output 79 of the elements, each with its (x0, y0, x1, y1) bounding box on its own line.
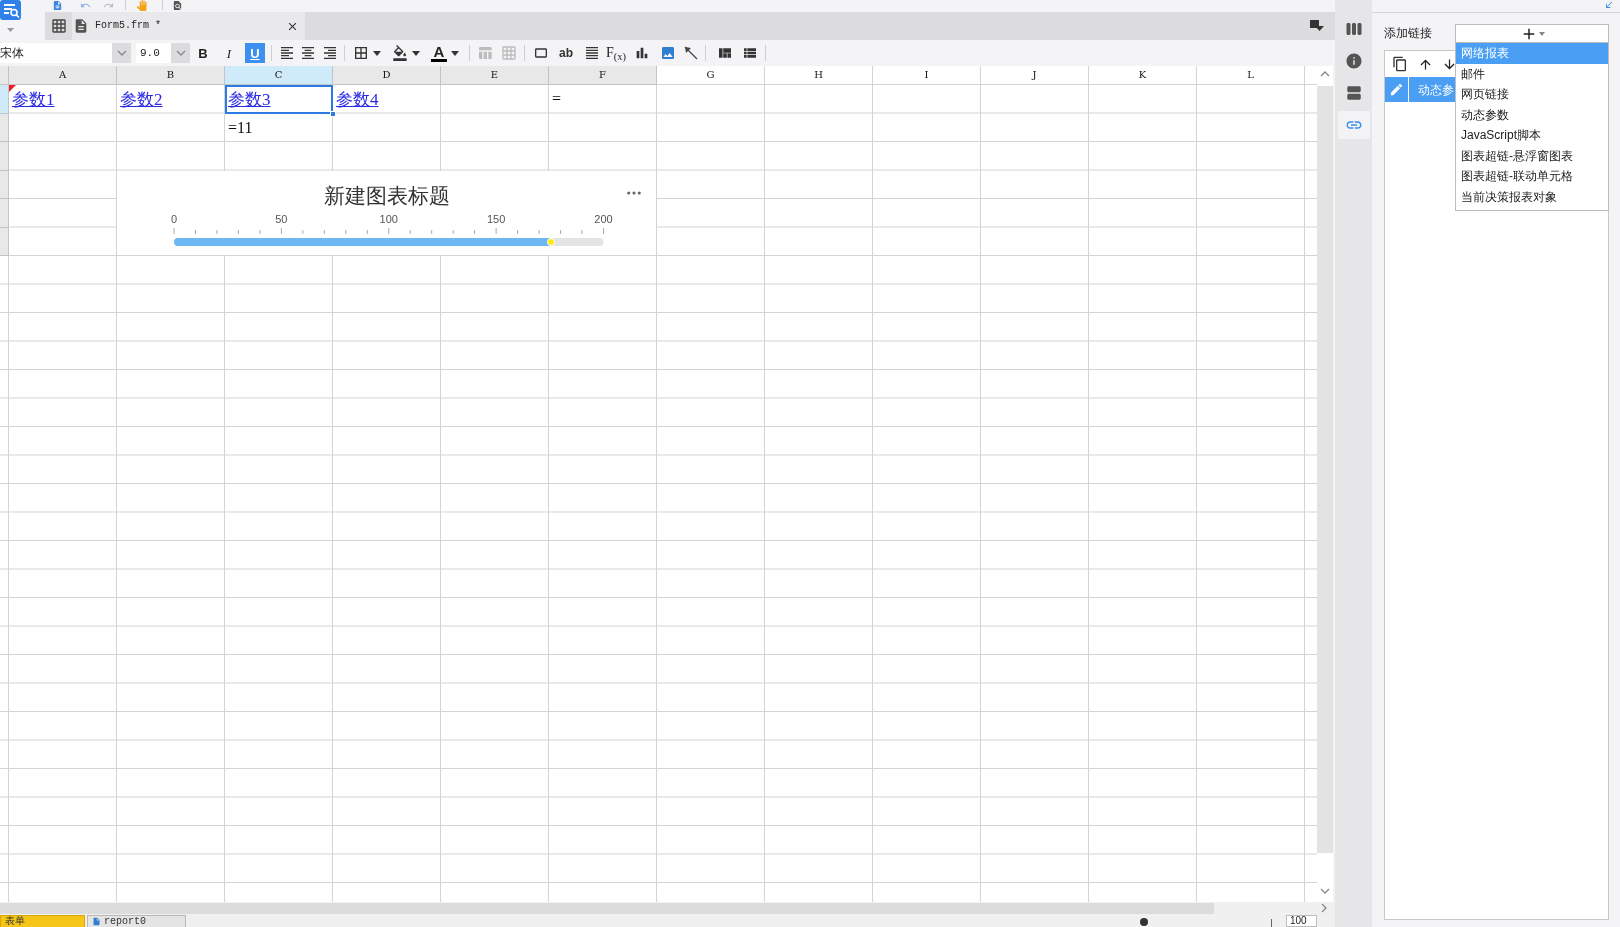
table-cell[interactable]: = (549, 85, 657, 114)
italic-button[interactable]: I (219, 43, 239, 63)
copy-icon[interactable] (1392, 56, 1408, 72)
font-select[interactable]: 宋体 (0, 43, 131, 63)
scrollbar-thumb[interactable] (0, 903, 1214, 914)
bold-button[interactable]: B (193, 43, 213, 63)
sheet-tab[interactable]: 表单 (0, 915, 85, 927)
tick-label: 150 (486, 213, 506, 225)
document-icon[interactable] (52, 0, 63, 11)
grid-icon[interactable] (50, 18, 67, 34)
menu-item[interactable]: 动态参数 (1456, 104, 1608, 125)
column-header[interactable]: B (117, 66, 225, 85)
text-button[interactable]: ab (558, 44, 574, 62)
table-cell[interactable]: 参数3 (225, 85, 333, 114)
formula-button[interactable]: F$_{(x)}$ (606, 44, 627, 62)
app-logo-icon[interactable] (0, 0, 21, 20)
menu-item[interactable]: 网页链接 (1456, 84, 1608, 105)
document-tab[interactable]: Form5.frm * (72, 12, 305, 40)
column-header[interactable]: C (225, 66, 333, 85)
column-header[interactable]: F (549, 66, 657, 85)
border-icon[interactable] (353, 45, 369, 61)
menu-item[interactable]: 当前决策报表对象 (1456, 186, 1608, 207)
table-cell[interactable]: 参数1 (9, 85, 117, 114)
scrollbar-thumb[interactable] (1317, 86, 1333, 853)
align-center-icon[interactable] (300, 45, 316, 61)
caret-icon[interactable] (373, 50, 381, 56)
tick-label: 50 (275, 213, 288, 225)
value-marker-icon (546, 238, 555, 246)
link[interactable]: 参数2 (120, 90, 163, 108)
fill-handle-icon[interactable] (330, 110, 336, 117)
align-left-icon[interactable] (279, 45, 295, 61)
column-header[interactable]: D (333, 66, 441, 85)
stacked-rows-icon (1344, 84, 1363, 102)
layout-icon[interactable] (717, 45, 734, 61)
arrow-icon[interactable] (1604, 0, 1614, 10)
column-header[interactable]: A (9, 66, 117, 85)
chevron-down-icon[interactable] (116, 50, 127, 56)
columns-icon (1344, 20, 1363, 38)
menu-item[interactable]: 图表超链-悬浮窗图表 (1456, 145, 1608, 166)
info-icon (1344, 52, 1363, 70)
menu-item[interactable]: 邮件 (1456, 63, 1608, 84)
add-link-label: 添加链接 (1384, 27, 1432, 39)
column-header[interactable]: E (441, 66, 549, 85)
sheet-tab[interactable]: report0 (87, 915, 186, 927)
chevron-right-icon[interactable] (1321, 903, 1327, 913)
sheet-icon (92, 917, 101, 926)
image-icon[interactable] (660, 45, 677, 61)
link[interactable]: 参数3 (228, 90, 271, 108)
panel-dropdown-icon[interactable] (1310, 20, 1324, 32)
table-cell[interactable]: 参数2 (117, 85, 225, 114)
diagonal-arrow-icon[interactable] (684, 46, 699, 60)
align-right-icon[interactable] (322, 45, 338, 61)
list-icon[interactable] (742, 45, 759, 61)
chevron-down-icon[interactable] (175, 50, 186, 56)
lines-icon[interactable] (584, 45, 600, 61)
caret-icon[interactable] (412, 50, 420, 56)
menu-item[interactable]: 图表超链-联动单元格 (1456, 166, 1608, 187)
document-icon (73, 18, 89, 34)
pencil-icon[interactable] (1389, 82, 1404, 97)
menu-item[interactable]: JavaScript脚本 (1456, 125, 1608, 146)
chevron-down-icon[interactable] (1320, 888, 1330, 894)
fill-color-icon[interactable] (392, 45, 408, 61)
table-cell[interactable]: =11 (225, 113, 333, 142)
font-color-button[interactable]: A (431, 44, 447, 62)
table-cell[interactable]: 参数4 (333, 85, 441, 114)
chevron-up-icon[interactable] (1320, 71, 1330, 77)
caret-icon (1538, 31, 1545, 36)
link[interactable]: 参数1 (12, 90, 55, 108)
zoom-field[interactable]: 100 (1286, 915, 1317, 927)
font-size-select[interactable]: 9.0 (136, 43, 190, 63)
page-search-icon[interactable] (172, 0, 183, 11)
tick-label: 100 (379, 213, 398, 225)
caret-icon[interactable] (451, 50, 459, 56)
zoom-slider-handle[interactable] (1140, 918, 1148, 926)
tick-label: 0 (170, 213, 178, 225)
link[interactable]: 参数4 (336, 90, 379, 108)
chart-title: 新建图表标题 (323, 183, 450, 209)
tick-label: 200 (594, 213, 613, 225)
more-icon[interactable] (627, 191, 641, 195)
